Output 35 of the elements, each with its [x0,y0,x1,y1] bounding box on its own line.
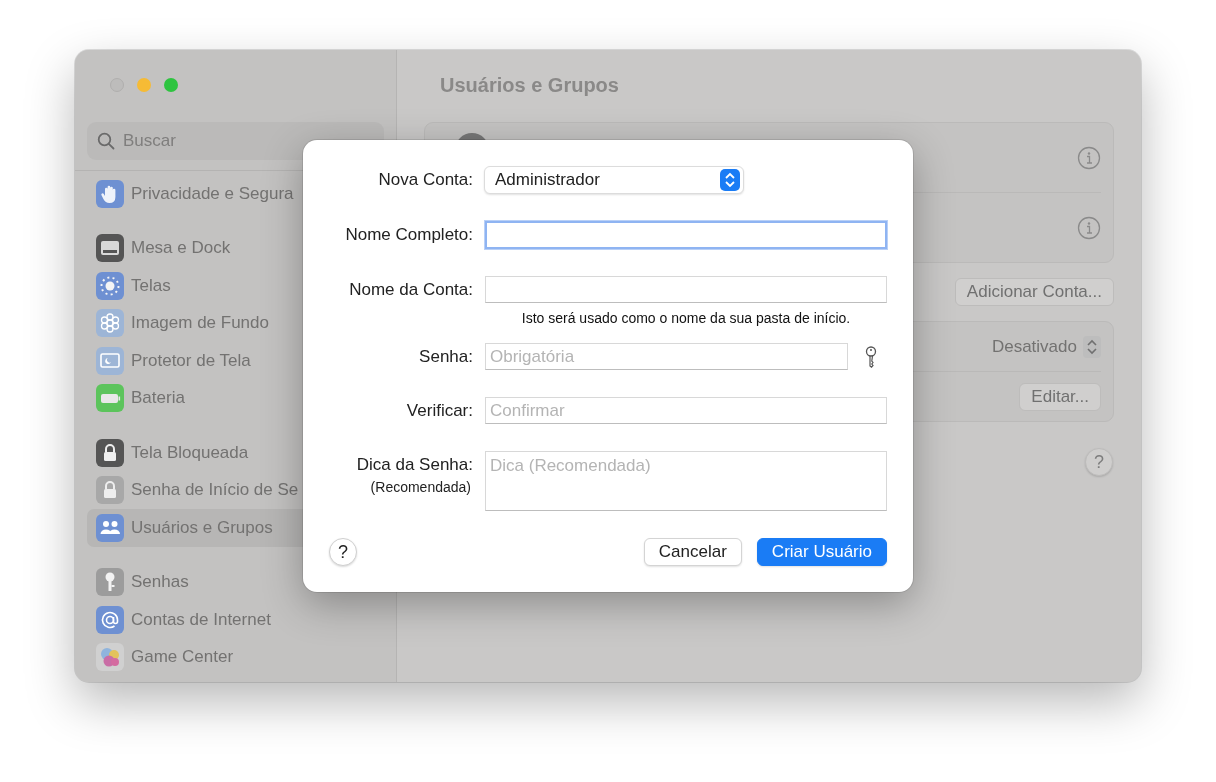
field-label: Dica da Senha: [356,455,473,475]
field-label: Nova Conta: [378,170,473,190]
edit-button[interactable]: Editar... [1019,382,1101,411]
field-label: Verificar: [406,401,473,421]
text-field[interactable] [485,221,887,249]
key-icon[interactable] [864,345,878,368]
minimize-button[interactable] [137,78,151,92]
sidebar-item[interactable]: Protetor de Tela [87,342,384,380]
info-icon[interactable] [1077,215,1101,240]
field-label: Nome Completo: [345,225,473,245]
help-button[interactable]: ? [1085,448,1113,476]
help-button[interactable]: ? [329,538,357,566]
text-field[interactable] [485,276,887,303]
field-sublabel: (Recomendada) [370,479,471,495]
add-account-button[interactable]: Adicionar Conta... [954,278,1114,306]
sidebar-item[interactable]: Contas de Internet [87,601,384,639]
zoom-button[interactable] [164,78,178,92]
field-label: Senha: [419,347,473,367]
field-label: Nome da Conta: [349,280,473,300]
info-icon[interactable] [1077,145,1101,170]
password-field[interactable]: Obrigatória [485,343,848,370]
sidebar-item[interactable]: Bateria [87,379,384,417]
sidebar-item[interactable]: Imagem de Fundo [87,304,384,342]
stepper-icon [720,169,740,191]
hint-field[interactable]: Dica (Recomendada) [485,451,887,511]
setting-popup[interactable]: Desativado [991,335,1101,358]
create-user-button[interactable]: Criar Usuário [756,538,887,566]
text-field[interactable]: Confirmar [485,397,887,424]
sidebar-item[interactable]: Game Center [87,638,384,676]
cancel-button[interactable]: Cancelar [643,538,742,566]
sidebar-item[interactable]: Senhas [87,563,384,601]
account-type-popup[interactable]: Administrador [484,166,744,194]
field-hint: Isto será usado como o nome da sua pasta de início. [520,310,852,326]
stepper-icon [1083,335,1101,358]
page-title: Usuários e Grupos [440,74,620,98]
